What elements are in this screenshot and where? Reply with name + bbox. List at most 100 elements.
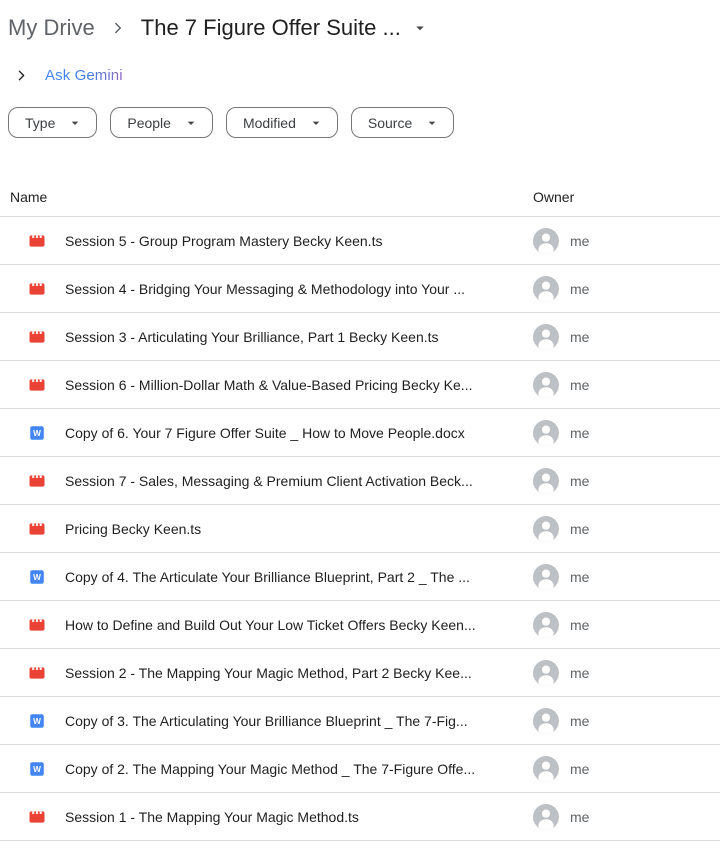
video-file-icon [28, 280, 46, 298]
file-row[interactable]: Session 5 - Group Program Mastery Becky … [0, 217, 720, 265]
video-file-icon [28, 232, 46, 250]
column-header-name[interactable]: Name [0, 189, 533, 205]
owner-avatar-icon [533, 324, 559, 350]
file-icon-cell [28, 376, 46, 394]
owner-avatar-icon [533, 756, 559, 782]
video-file-icon [28, 616, 46, 634]
file-row[interactable]: Session 4 - Bridging Your Messaging & Me… [0, 265, 720, 313]
file-name: Session 5 - Group Program Mastery Becky … [65, 233, 533, 249]
file-row[interactable]: Pricing Becky Keen.ts me [0, 505, 720, 553]
file-row[interactable]: Session 7 - Sales, Messaging & Premium C… [0, 457, 720, 505]
owner-name: me [570, 665, 589, 681]
file-name: Session 3 - Articulating Your Brilliance… [65, 329, 533, 345]
file-name: Copy of 6. Your 7 Figure Offer Suite _ H… [65, 425, 533, 441]
filter-chip-type[interactable]: Type [8, 107, 97, 138]
file-name: Session 1 - The Mapping Your Magic Metho… [65, 809, 533, 825]
word-doc-icon: W [28, 424, 46, 442]
svg-text:W: W [33, 573, 41, 582]
owner-avatar-icon [533, 612, 559, 638]
file-row[interactable]: Session 1 - The Mapping Your Magic Metho… [0, 793, 720, 841]
file-icon-cell [28, 328, 46, 346]
filter-chip-modified[interactable]: Modified [226, 107, 338, 138]
owner-name: me [570, 713, 589, 729]
filter-chip-people[interactable]: People [110, 107, 213, 138]
video-file-icon [28, 376, 46, 394]
owner-name: me [570, 569, 589, 585]
owner-name: me [570, 233, 589, 249]
filter-chip-label: Source [368, 115, 412, 131]
file-icon-cell [28, 520, 46, 538]
ask-gemini-bar[interactable]: Ask Gemini [0, 67, 720, 84]
file-icon-cell [28, 472, 46, 490]
filter-chip-source[interactable]: Source [351, 107, 454, 138]
svg-text:W: W [33, 429, 41, 438]
owner-name: me [570, 521, 589, 537]
video-file-icon [28, 808, 46, 826]
ask-gemini-label: Ask Gemini [45, 67, 123, 84]
file-icon-cell [28, 616, 46, 634]
owner-cell: me [533, 708, 720, 734]
file-name: Session 7 - Sales, Messaging & Premium C… [65, 473, 533, 489]
owner-cell: me [533, 516, 720, 542]
file-table: Name Owner Session 5 - Group Program Mas… [0, 178, 720, 841]
filter-chip-label: People [127, 115, 171, 131]
file-row[interactable]: Session 3 - Articulating Your Brilliance… [0, 313, 720, 361]
owner-name: me [570, 377, 589, 393]
owner-avatar-icon [533, 372, 559, 398]
owner-name: me [570, 473, 589, 489]
owner-cell: me [533, 612, 720, 638]
table-header-row: Name Owner [0, 178, 720, 217]
owner-name: me [570, 809, 589, 825]
owner-avatar-icon [533, 660, 559, 686]
file-name: Session 4 - Bridging Your Messaging & Me… [65, 281, 533, 297]
column-header-owner[interactable]: Owner [533, 189, 720, 205]
file-row[interactable]: W Copy of 4. The Articulate Your Brillia… [0, 553, 720, 601]
file-row[interactable]: W Copy of 2. The Mapping Your Magic Meth… [0, 745, 720, 793]
file-row[interactable]: W Copy of 3. The Articulating Your Brill… [0, 697, 720, 745]
file-icon-cell [28, 808, 46, 826]
file-name: How to Define and Build Out Your Low Tic… [65, 617, 533, 633]
owner-cell: me [533, 660, 720, 686]
filter-chip-label: Modified [243, 115, 296, 131]
owner-name: me [570, 617, 589, 633]
owner-avatar-icon [533, 276, 559, 302]
file-row[interactable]: Session 2 - The Mapping Your Magic Metho… [0, 649, 720, 697]
svg-text:W: W [33, 765, 41, 774]
file-icon-cell [28, 280, 46, 298]
file-name: Copy of 2. The Mapping Your Magic Method… [65, 761, 533, 777]
filter-chip-bar: Type People Modified Source [0, 107, 720, 138]
owner-cell: me [533, 564, 720, 590]
file-name: Copy of 3. The Articulating Your Brillia… [65, 713, 533, 729]
breadcrumb-my-drive[interactable]: My Drive [8, 15, 95, 41]
file-name: Pricing Becky Keen.ts [65, 521, 533, 537]
breadcrumb-current-folder[interactable]: The 7 Figure Offer Suite ... [141, 15, 401, 41]
file-row[interactable]: W Copy of 6. Your 7 Figure Offer Suite _… [0, 409, 720, 457]
video-file-icon [28, 520, 46, 538]
owner-cell: me [533, 276, 720, 302]
owner-avatar-icon [533, 516, 559, 542]
file-icon-cell [28, 664, 46, 682]
word-doc-icon: W [28, 568, 46, 586]
owner-avatar-icon [533, 804, 559, 830]
file-row[interactable]: How to Define and Build Out Your Low Tic… [0, 601, 720, 649]
filter-chip-label: Type [25, 115, 55, 131]
arrow-drop-down-icon [67, 115, 83, 131]
owner-cell: me [533, 420, 720, 446]
owner-name: me [570, 761, 589, 777]
file-icon-cell: W [28, 760, 46, 778]
file-icon-cell: W [28, 568, 46, 586]
file-row[interactable]: Session 6 - Million-Dollar Math & Value-… [0, 361, 720, 409]
video-file-icon [28, 472, 46, 490]
file-name: Copy of 4. The Articulate Your Brillianc… [65, 569, 533, 585]
arrow-drop-down-icon [308, 115, 324, 131]
video-file-icon [28, 664, 46, 682]
folder-dropdown-caret-icon[interactable] [411, 19, 429, 37]
owner-cell: me [533, 372, 720, 398]
file-icon-cell [28, 232, 46, 250]
owner-avatar-icon [533, 228, 559, 254]
chevron-right-icon [109, 19, 127, 37]
owner-avatar-icon [533, 708, 559, 734]
owner-avatar-icon [533, 468, 559, 494]
owner-cell: me [533, 228, 720, 254]
file-icon-cell: W [28, 424, 46, 442]
